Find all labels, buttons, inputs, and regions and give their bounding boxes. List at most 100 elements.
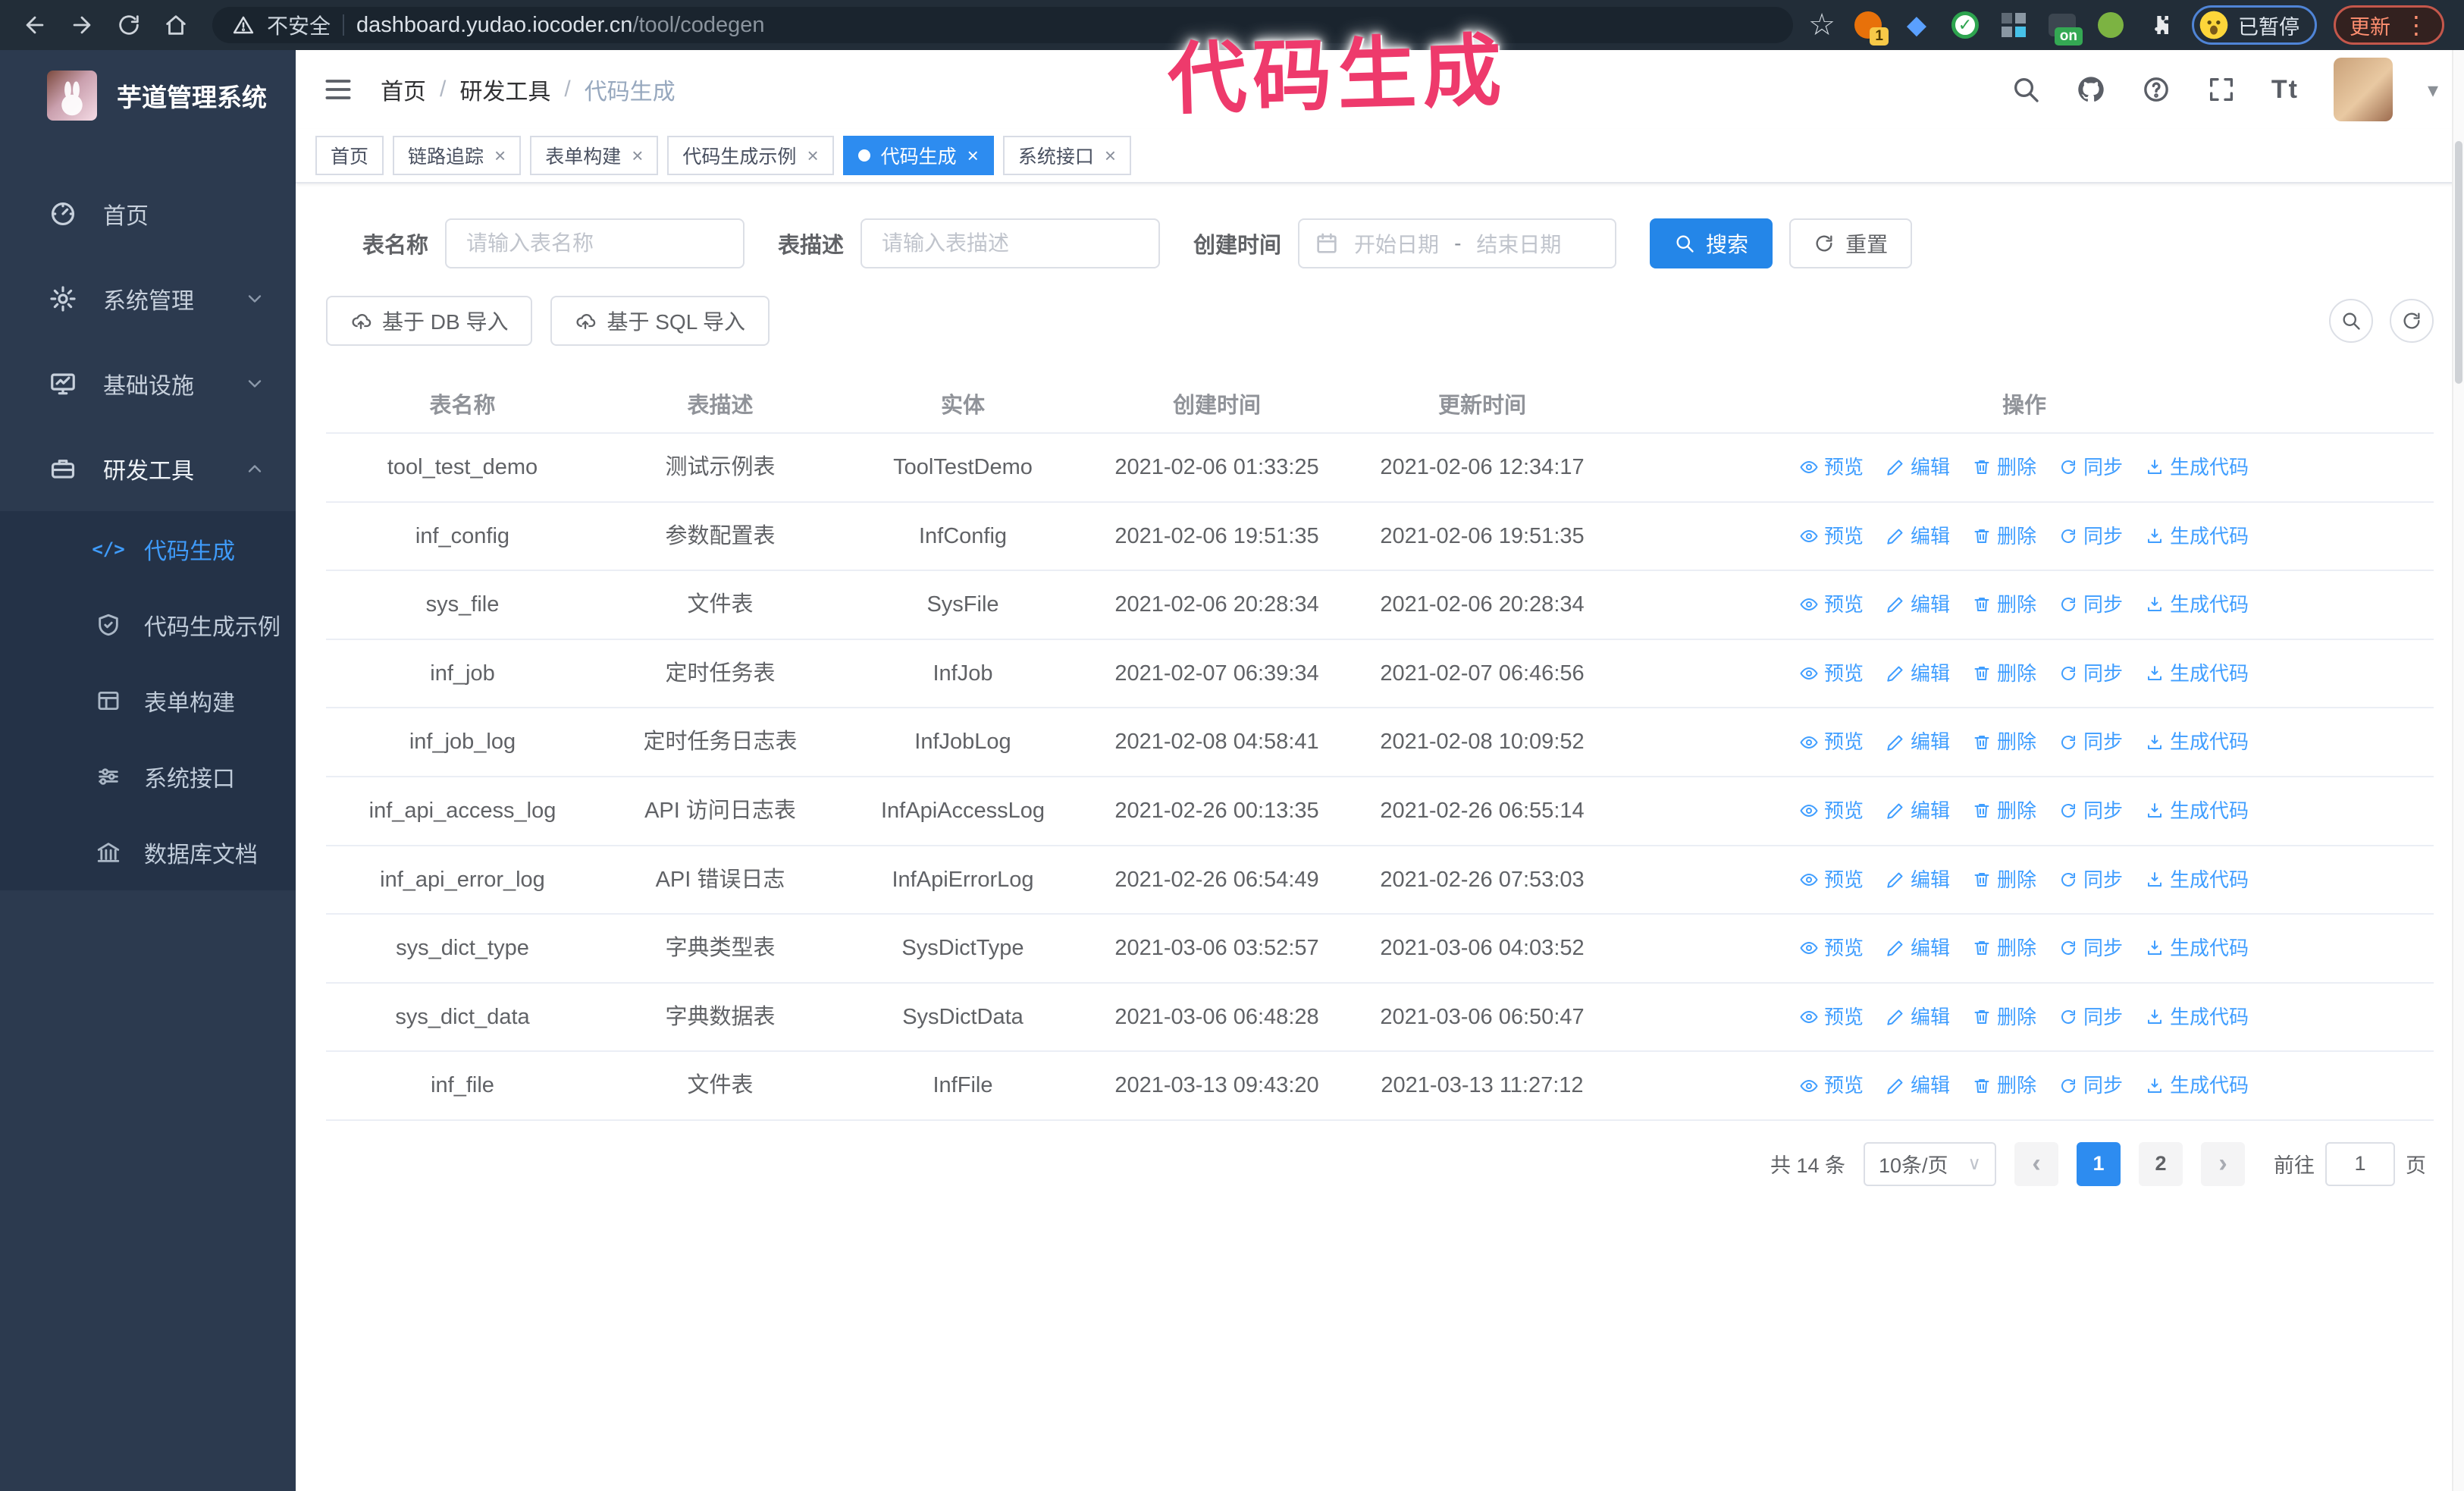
preview-link[interactable]: 预览 xyxy=(1800,1072,1864,1099)
generate-code-link[interactable]: 生成代码 xyxy=(2146,934,2249,962)
edit-link[interactable]: 编辑 xyxy=(1886,1072,1950,1099)
delete-link[interactable]: 删除 xyxy=(1973,1003,2036,1031)
sidebar-item-codegen-example[interactable]: 代码生成示例 xyxy=(0,587,296,663)
edit-link[interactable]: 编辑 xyxy=(1886,728,1950,755)
sync-link[interactable]: 同步 xyxy=(2059,523,2123,550)
edit-link[interactable]: 编辑 xyxy=(1886,454,1950,481)
delete-link[interactable]: 删除 xyxy=(1973,866,2036,893)
sync-link[interactable]: 同步 xyxy=(2059,1072,2123,1099)
date-range-picker[interactable]: 开始日期 - 结束日期 xyxy=(1298,218,1617,268)
sidebar-item-infrastructure[interactable]: 基础设施 xyxy=(0,341,296,426)
delete-link[interactable]: 删除 xyxy=(1973,1072,2036,1099)
generate-code-link[interactable]: 生成代码 xyxy=(2146,523,2249,550)
delete-link[interactable]: 删除 xyxy=(1973,934,2036,962)
github-icon[interactable] xyxy=(2076,74,2106,105)
search-button[interactable]: 搜索 xyxy=(1650,218,1773,268)
table-name-input[interactable] xyxy=(445,218,745,268)
close-icon[interactable]: × xyxy=(494,144,506,168)
tab-codegen-example[interactable]: 代码生成示例 × xyxy=(667,136,834,175)
fullscreen-icon[interactable] xyxy=(2206,74,2237,105)
goto-page-input[interactable] xyxy=(2325,1141,2395,1186)
preview-link[interactable]: 预览 xyxy=(1800,591,1864,618)
extension-icon-gem[interactable]: ◆ xyxy=(1901,9,1933,41)
tab-home[interactable]: 首页 xyxy=(315,136,384,175)
generate-code-link[interactable]: 生成代码 xyxy=(2146,1003,2249,1031)
close-icon[interactable]: × xyxy=(1105,144,1116,168)
sidebar-item-form-builder[interactable]: 表单构建 xyxy=(0,663,296,739)
preview-link[interactable]: 预览 xyxy=(1800,797,1864,824)
next-page-button[interactable]: › xyxy=(2201,1141,2245,1186)
close-icon[interactable]: × xyxy=(807,144,818,168)
sidebar-item-home[interactable]: 首页 xyxy=(0,171,296,256)
date-start-input[interactable]: 开始日期 xyxy=(1354,228,1439,259)
edit-link[interactable]: 编辑 xyxy=(1886,660,1950,687)
browser-home-button[interactable] xyxy=(155,4,197,46)
close-icon[interactable]: × xyxy=(967,144,979,168)
sidebar-item-system-management[interactable]: 系统管理 xyxy=(0,256,296,341)
extensions-puzzle-icon[interactable] xyxy=(2143,9,2175,41)
tab-form-builder[interactable]: 表单构建 × xyxy=(530,136,659,175)
prev-page-button[interactable]: ‹ xyxy=(2014,1141,2058,1186)
generate-code-link[interactable]: 生成代码 xyxy=(2146,728,2249,755)
sync-link[interactable]: 同步 xyxy=(2059,728,2123,755)
delete-link[interactable]: 删除 xyxy=(1973,591,2036,618)
extension-icon-check[interactable]: ✓ xyxy=(1949,9,1981,41)
sync-link[interactable]: 同步 xyxy=(2059,454,2123,481)
help-icon[interactable] xyxy=(2141,74,2171,105)
delete-link[interactable]: 删除 xyxy=(1973,797,2036,824)
preview-link[interactable]: 预览 xyxy=(1800,1003,1864,1031)
user-avatar[interactable] xyxy=(2333,58,2393,121)
search-icon[interactable] xyxy=(2011,74,2041,105)
sync-link[interactable]: 同步 xyxy=(2059,660,2123,687)
tab-system-api[interactable]: 系统接口 × xyxy=(1002,136,1132,175)
sync-link[interactable]: 同步 xyxy=(2059,934,2123,962)
sync-link[interactable]: 同步 xyxy=(2059,866,2123,893)
toggle-search-button[interactable] xyxy=(2329,299,2373,343)
sync-link[interactable]: 同步 xyxy=(2059,591,2123,618)
generate-code-link[interactable]: 生成代码 xyxy=(2146,797,2249,824)
sidebar-item-system-api[interactable]: 系统接口 xyxy=(0,739,296,815)
edit-link[interactable]: 编辑 xyxy=(1886,866,1950,893)
delete-link[interactable]: 删除 xyxy=(1973,660,2036,687)
sync-link[interactable]: 同步 xyxy=(2059,797,2123,824)
breadcrumb-dev-tools[interactable]: 研发工具 xyxy=(459,73,550,106)
page-size-select[interactable]: 10条/页 ∨ xyxy=(1864,1141,1996,1186)
sidebar-logo[interactable]: 芋道管理系统 xyxy=(0,50,296,141)
preview-link[interactable]: 预览 xyxy=(1800,934,1864,962)
extension-icon-on[interactable]: on xyxy=(2046,9,2083,46)
import-db-button[interactable]: 基于 DB 导入 xyxy=(326,296,533,346)
delete-link[interactable]: 删除 xyxy=(1973,454,2036,481)
sidebar-item-dev-tools[interactable]: 研发工具 xyxy=(0,426,296,511)
page-button-2[interactable]: 2 xyxy=(2139,1141,2183,1186)
extension-icon-grid[interactable] xyxy=(1998,9,2030,41)
preview-link[interactable]: 预览 xyxy=(1800,523,1864,550)
scrollbar-track[interactable] xyxy=(2452,50,2464,1491)
browser-update-button[interactable]: 更新 ⋮ xyxy=(2334,5,2444,45)
generate-code-link[interactable]: 生成代码 xyxy=(2146,660,2249,687)
generate-code-link[interactable]: 生成代码 xyxy=(2146,1072,2249,1099)
preview-link[interactable]: 预览 xyxy=(1800,454,1864,481)
date-end-input[interactable]: 结束日期 xyxy=(1476,228,1561,259)
close-icon[interactable]: × xyxy=(632,144,643,168)
browser-profile-chip[interactable]: 已暂停 xyxy=(2192,5,2317,45)
scrollbar-thumb[interactable] xyxy=(2455,141,2462,384)
preview-link[interactable]: 预览 xyxy=(1800,866,1864,893)
delete-link[interactable]: 删除 xyxy=(1973,523,2036,550)
tab-trace[interactable]: 链路追踪 × xyxy=(393,136,522,175)
edit-link[interactable]: 编辑 xyxy=(1886,591,1950,618)
import-sql-button[interactable]: 基于 SQL 导入 xyxy=(550,296,770,346)
sync-link[interactable]: 同步 xyxy=(2059,1003,2123,1031)
delete-link[interactable]: 删除 xyxy=(1973,728,2036,755)
edit-link[interactable]: 编辑 xyxy=(1886,934,1950,962)
browser-back-button[interactable] xyxy=(14,4,56,46)
edit-link[interactable]: 编辑 xyxy=(1886,797,1950,824)
browser-forward-button[interactable] xyxy=(61,4,103,46)
browser-menu-dots-icon[interactable]: ⋮ xyxy=(2404,11,2428,39)
extension-icon-1[interactable]: 1 xyxy=(1852,9,1889,46)
extension-icon-droid[interactable] xyxy=(2095,9,2127,41)
generate-code-link[interactable]: 生成代码 xyxy=(2146,866,2249,893)
tab-code-generation[interactable]: 代码生成 × xyxy=(842,136,994,175)
table-desc-input[interactable] xyxy=(861,218,1161,268)
sidebar-item-database-docs[interactable]: 数据库文档 xyxy=(0,815,296,890)
text-size-icon[interactable]: Tt xyxy=(2271,75,2299,105)
